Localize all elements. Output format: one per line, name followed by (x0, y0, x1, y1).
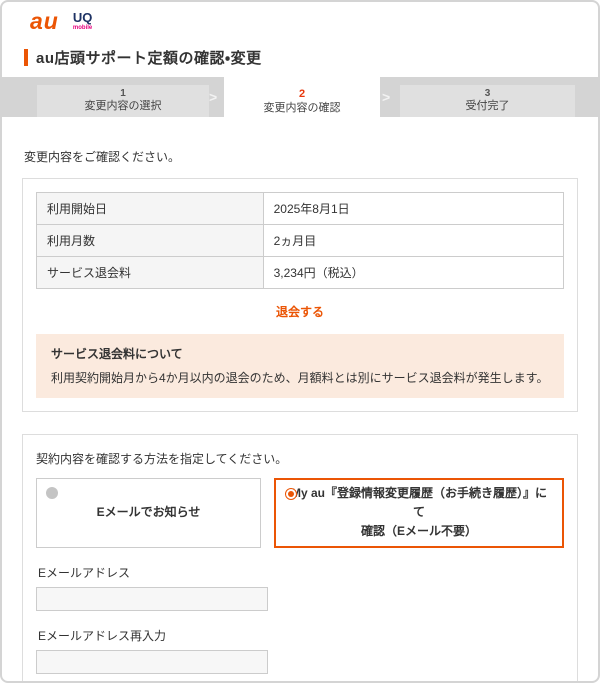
table-row: サービス退会料 3,234円（税込） (37, 257, 564, 289)
email-input[interactable] (36, 587, 268, 611)
option-label-line2: 確認（Eメール不要） (361, 522, 477, 541)
row-label: 利用開始日 (37, 193, 264, 225)
table-row: 利用開始日 2025年8月1日 (37, 193, 564, 225)
step-tab-3: 3 受付完了 (400, 85, 575, 117)
step-label: 変更内容の選択 (85, 100, 162, 114)
step-progress-bar: 1 変更内容の選択 > 2 変更内容の確認 > 3 受付完了 (2, 77, 598, 126)
row-value: 2025年8月1日 (263, 193, 563, 225)
step-label: 変更内容の確認 (264, 102, 341, 116)
option-label-line1: My au『登録情報変更履歴（お手続き履歴）』にて (286, 484, 552, 522)
row-value: 2ヵ月目 (263, 225, 563, 257)
radio-checked-icon[interactable] (285, 488, 297, 500)
chevron-right-icon: > (209, 90, 217, 104)
title-row: au店頭サポート定額の確認・変更 (24, 46, 598, 68)
email-confirm-field-label: Eメールアドレス再入力 (38, 627, 564, 644)
withdrawal-fee-notice-box: サービス退会料について 利用契約開始月から4か月以内の退会のため、月額料とは別に… (36, 334, 564, 398)
summary-table: 利用開始日 2025年8月1日 利用月数 2ヵ月目 サービス退会料 3,234円… (36, 192, 564, 289)
confirm-method-options: Eメールでお知らせ My au『登録情報変更履歴（お手続き履歴）』にて 確認（E… (36, 478, 564, 548)
au-logo: au (30, 10, 59, 33)
step-tab-2-active: 2 変更内容の確認 (224, 77, 380, 126)
radio-unchecked-icon[interactable] (46, 487, 58, 499)
step-label: 受付完了 (466, 100, 510, 114)
lead-text: 変更内容をご確認ください。 (24, 148, 578, 165)
notice-title: サービス退会料について (51, 345, 549, 362)
uq-mobile-subtext: mobile (73, 25, 92, 31)
email-field-label: Eメールアドレス (38, 564, 564, 581)
email-confirm-input[interactable] (36, 650, 268, 674)
uq-mobile-logo: UQ mobile (73, 11, 93, 31)
row-label: 利用月数 (37, 225, 264, 257)
step-tab-1: 1 変更内容の選択 (37, 85, 209, 117)
step-number: 1 (120, 88, 126, 101)
chevron-right-icon: > (382, 90, 390, 104)
title-accent-bar (24, 49, 28, 66)
option-email-notify[interactable]: Eメールでお知らせ (36, 478, 261, 548)
withdraw-link[interactable]: 退会する (36, 303, 564, 320)
table-row: 利用月数 2ヵ月目 (37, 225, 564, 257)
row-value-price: 3,234円（税込） (263, 257, 563, 289)
step-number: 3 (485, 88, 491, 101)
confirm-method-box: 契約内容を確認する方法を指定してください。 Eメールでお知らせ My au『登録… (22, 434, 578, 683)
main-content: 変更内容をご確認ください。 利用開始日 2025年8月1日 利用月数 2ヵ月目 … (2, 148, 598, 683)
confirm-method-label: 契約内容を確認する方法を指定してください。 (36, 450, 564, 467)
page-title: au店頭サポート定額の確認・変更 (36, 47, 262, 68)
uq-logo-text: UQ (73, 11, 93, 24)
row-label: サービス退会料 (37, 257, 264, 289)
header: au UQ mobile (2, 2, 598, 36)
option-myau-history-selected[interactable]: My au『登録情報変更履歴（お手続き履歴）』にて 確認（Eメール不要） (274, 478, 564, 548)
notice-body: 利用契約開始月から4か月以内の退会のため、月額料とは別にサービス退会料が発生しま… (51, 369, 549, 387)
step-number: 2 (299, 88, 305, 102)
option-label: Eメールでお知らせ (97, 503, 201, 522)
summary-box: 利用開始日 2025年8月1日 利用月数 2ヵ月目 サービス退会料 3,234円… (22, 178, 578, 412)
page-frame: au UQ mobile au店頭サポート定額の確認・変更 1 変更内容の選択 … (0, 0, 600, 683)
